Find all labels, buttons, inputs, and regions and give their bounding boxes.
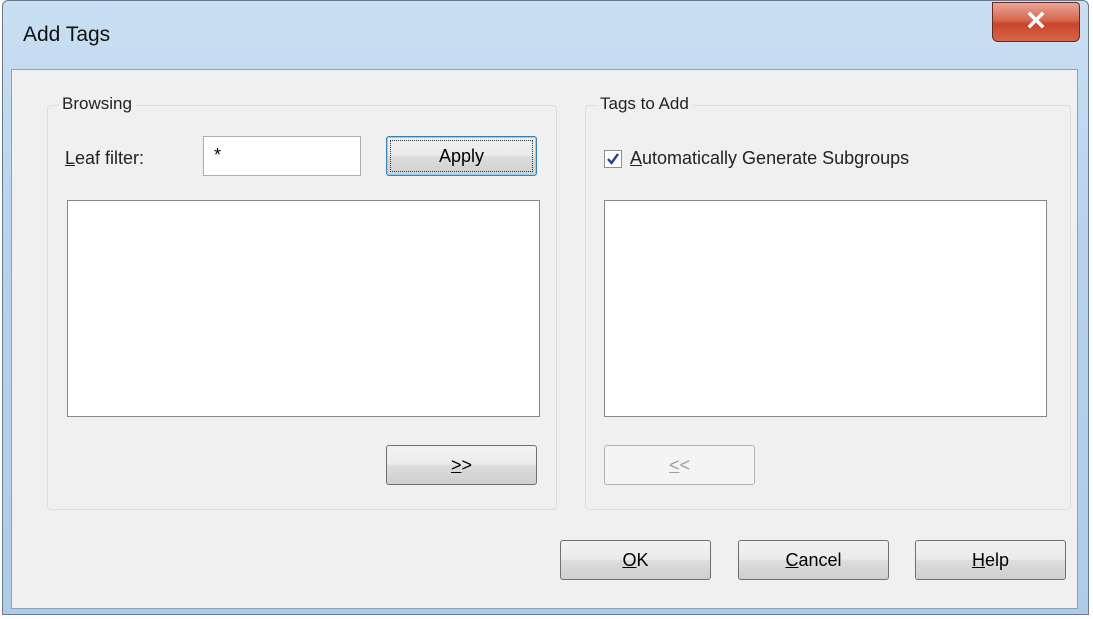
add-tags-dialog: Add Tags Browsing Leaf filter: * Apply >… <box>2 0 1089 615</box>
ok-button[interactable]: OK <box>560 540 711 580</box>
tags-to-add-group-title: Tags to Add <box>596 94 693 114</box>
leaf-filter-input[interactable]: * <box>203 136 361 176</box>
title-bar[interactable]: Add Tags <box>3 1 1088 71</box>
close-x-icon <box>1026 11 1046 34</box>
dialog-client-area: Browsing Leaf filter: * Apply >> Tags to… <box>11 69 1078 609</box>
auto-subgroups-checkbox[interactable] <box>604 150 622 168</box>
remove-tags-button[interactable]: << <box>604 445 755 485</box>
browsing-group-title: Browsing <box>58 94 136 114</box>
add-tags-button[interactable]: >> <box>386 445 537 485</box>
browse-tags-list[interactable] <box>67 200 540 417</box>
help-button[interactable]: Help <box>915 540 1066 580</box>
leaf-filter-label: Leaf filter: <box>65 148 145 168</box>
auto-subgroups-label[interactable]: Automatically Generate Subgroups <box>630 148 909 169</box>
window-title: Add Tags <box>23 23 111 46</box>
apply-button[interactable]: Apply <box>386 136 537 176</box>
tags-to-add-list[interactable] <box>604 200 1047 417</box>
cancel-button[interactable]: Cancel <box>738 540 889 580</box>
close-button[interactable] <box>992 2 1080 42</box>
checkmark-icon <box>605 153 621 171</box>
